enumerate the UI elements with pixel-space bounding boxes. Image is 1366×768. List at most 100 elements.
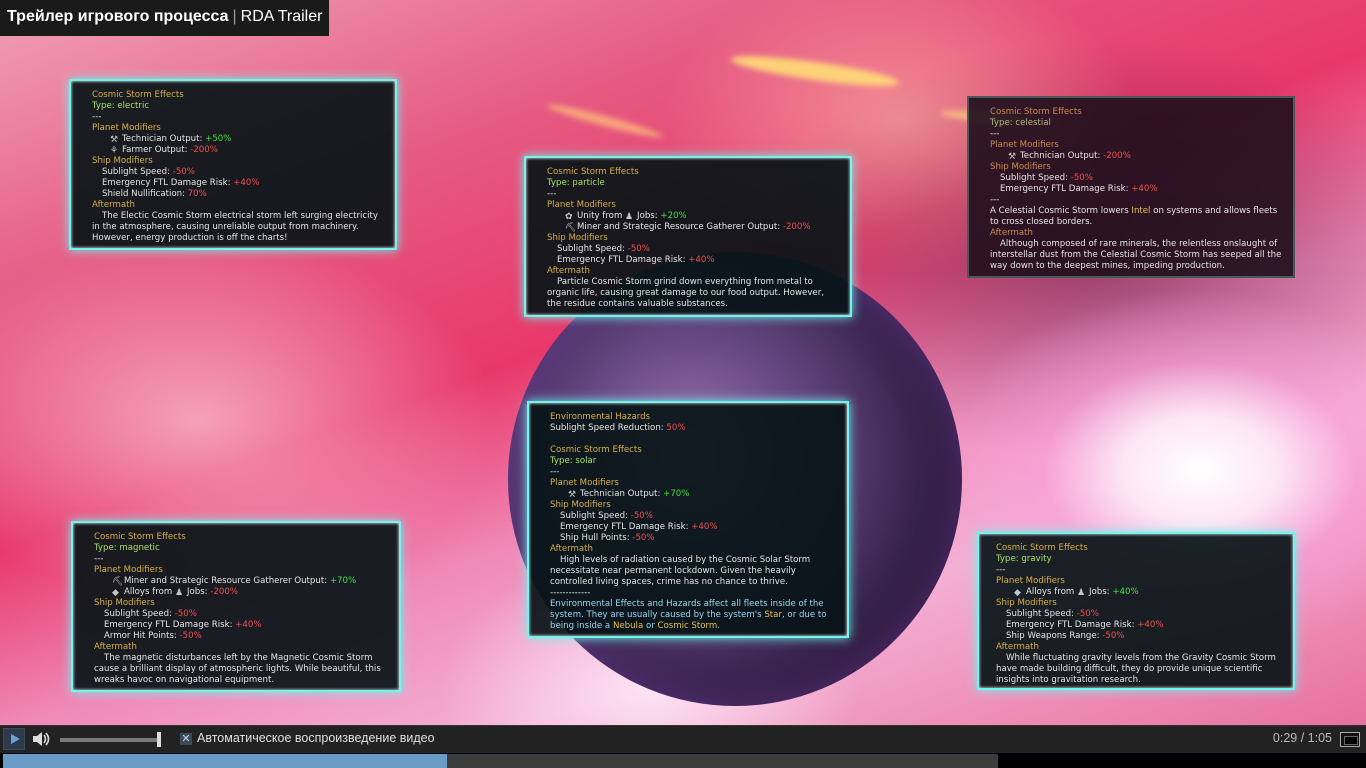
autoplay-label[interactable]: Автоматическое воспроизведение видео bbox=[197, 731, 435, 745]
aftermath-text: High levels of radiation caused by the C… bbox=[550, 555, 811, 587]
video-frame[interactable]: Cosmic Storm Effects Type: electric --- … bbox=[0, 0, 1366, 725]
modifier-row: Emergency FTL Damage Risk: +40% bbox=[1000, 184, 1158, 194]
controls-bar: ✕ Автоматическое воспроизведение видео 0… bbox=[0, 725, 1366, 752]
divider: --- bbox=[996, 565, 1006, 575]
modifier-row: Sublight Speed: -50% bbox=[557, 244, 650, 254]
time-display: 0:29 / 1:05 bbox=[1272, 731, 1332, 745]
planet-modifiers-heading: Planet Modifiers bbox=[996, 576, 1065, 586]
video-title: Трейлер игрового процесса | RDA Trailer bbox=[0, 0, 330, 36]
ship-modifiers-heading: Ship Modifiers bbox=[996, 598, 1057, 608]
modifier-row: Shield Nullification: 70% bbox=[102, 189, 207, 199]
storm-type: Type: magnetic bbox=[94, 543, 160, 553]
aftermath-heading: Aftermath bbox=[996, 642, 1039, 652]
storm-type: Type: electric bbox=[92, 101, 150, 111]
modifier-row: Sublight Speed Reduction: 50% bbox=[550, 423, 686, 433]
modifier-row: Armor Hit Points: -50% bbox=[104, 631, 202, 641]
alloys-icon: ◆ bbox=[112, 588, 119, 598]
panel-heading: Cosmic Storm Effects bbox=[547, 167, 639, 177]
fullscreen-icon[interactable] bbox=[1340, 732, 1360, 747]
modifier-row: Emergency FTL Damage Risk: +40% bbox=[1006, 620, 1164, 630]
planet-modifiers-heading: Planet Modifiers bbox=[990, 140, 1059, 150]
wrench-icon: ⚒ bbox=[568, 490, 577, 500]
wrench-icon: ⚒ bbox=[1008, 152, 1017, 162]
wrench-icon: ⚒ bbox=[110, 135, 119, 145]
ship-modifiers-heading: Ship Modifiers bbox=[547, 233, 608, 243]
modifier-row: ◆ Alloys from ♟ Jobs: +40% bbox=[1014, 587, 1139, 598]
autoplay-checkbox[interactable]: ✕ bbox=[180, 733, 192, 745]
divider: ------------- bbox=[550, 588, 591, 598]
modifier-row: Sublight Speed: -50% bbox=[560, 511, 653, 521]
panel-heading: Cosmic Storm Effects bbox=[996, 543, 1088, 553]
modifier-row: Ship Hull Points: -50% bbox=[560, 533, 655, 543]
title-separator: | bbox=[232, 8, 237, 25]
aftermath-text: The magnetic disturbances left by the Ma… bbox=[94, 653, 381, 685]
aftermath-text: While fluctuating gravity levels from th… bbox=[996, 653, 1276, 685]
video-title-suffix: RDA Trailer bbox=[240, 8, 323, 25]
storm-panel-particle: Cosmic Storm Effects Type: particle --- … bbox=[524, 156, 852, 317]
pop-icon: ♟ bbox=[625, 212, 634, 222]
aftermath-heading: Aftermath bbox=[94, 642, 137, 652]
modifier-row: Sublight Speed: -50% bbox=[104, 609, 197, 619]
celestial-description: A Celestial Cosmic Storm lowers Intel on… bbox=[990, 206, 1278, 227]
ship-modifiers-heading: Ship Modifiers bbox=[94, 598, 155, 608]
modifier-row: ⛏Miner and Strategic Resource Gatherer O… bbox=[565, 222, 811, 233]
modifier-row: Emergency FTL Damage Risk: +40% bbox=[104, 620, 262, 630]
pickaxe-icon: ⛏ bbox=[565, 223, 577, 233]
light-streak bbox=[545, 100, 665, 142]
aftermath-heading: Aftermath bbox=[92, 200, 135, 210]
planet-modifiers-heading: Planet Modifiers bbox=[92, 123, 161, 133]
volume-slider[interactable] bbox=[60, 738, 158, 742]
storm-panel-magnetic: Cosmic Storm Effects Type: magnetic --- … bbox=[71, 521, 401, 692]
modifier-row: Emergency FTL Damage Risk: +40% bbox=[102, 178, 260, 188]
aftermath-text: Although composed of rare minerals, the … bbox=[990, 239, 1282, 271]
storm-panel-electric: Cosmic Storm Effects Type: electric --- … bbox=[69, 79, 397, 250]
divider: --- bbox=[94, 554, 104, 564]
environment-footnote: Environmental Effects and Hazards affect… bbox=[550, 599, 827, 631]
progress-bar[interactable] bbox=[0, 753, 1366, 768]
pickaxe-icon: ⛏ bbox=[112, 577, 124, 587]
aftermath-heading: Aftermath bbox=[990, 228, 1033, 238]
video-title-main: Трейлер игрового процесса bbox=[7, 8, 229, 25]
light-streak bbox=[729, 50, 901, 92]
play-icon[interactable] bbox=[3, 728, 25, 750]
planet-modifiers-heading: Planet Modifiers bbox=[550, 478, 619, 488]
storm-panel-solar: Environmental Hazards Sublight Speed Red… bbox=[527, 401, 849, 638]
panel-heading: Cosmic Storm Effects bbox=[990, 107, 1082, 117]
planet-modifiers-heading: Planet Modifiers bbox=[94, 565, 163, 575]
aftermath-heading: Aftermath bbox=[547, 266, 590, 276]
planet-modifiers-heading: Planet Modifiers bbox=[547, 200, 616, 210]
modifier-row: ⚒ Technician Output: +50% bbox=[110, 134, 232, 145]
storm-type: Type: gravity bbox=[996, 554, 1052, 564]
aftermath-heading: Aftermath bbox=[550, 544, 593, 554]
ship-modifiers-heading: Ship Modifiers bbox=[550, 500, 611, 510]
farmer-icon: ⚘ bbox=[110, 146, 119, 156]
modifier-row: ◆ Alloys from ♟ Jobs: -200% bbox=[112, 587, 238, 598]
ship-modifiers-heading: Ship Modifiers bbox=[990, 162, 1051, 172]
volume-icon[interactable] bbox=[31, 730, 53, 748]
modifier-row: Ship Weapons Range: -50% bbox=[1006, 631, 1125, 641]
divider: --- bbox=[990, 195, 1000, 205]
ship-modifiers-heading: Ship Modifiers bbox=[92, 156, 153, 166]
storm-type: Type: celestial bbox=[990, 118, 1051, 128]
modifier-row: Sublight Speed: -50% bbox=[1000, 173, 1093, 183]
modifier-row: ⚒ Technician Output: +70% bbox=[568, 489, 690, 500]
modifier-row: ⚘ Farmer Output: -200% bbox=[110, 145, 218, 156]
modifier-row: ⛏Miner and Strategic Resource Gatherer O… bbox=[112, 576, 357, 587]
modifier-row: Sublight Speed: -50% bbox=[1006, 609, 1099, 619]
video-controls: ✕ Автоматическое воспроизведение видео 0… bbox=[0, 725, 1366, 768]
aftermath-text: The Electic Cosmic Storm electrical stor… bbox=[92, 211, 378, 243]
storm-panel-celestial: Cosmic Storm Effects Type: celestial ---… bbox=[967, 96, 1295, 278]
unity-icon: ✿ bbox=[565, 212, 573, 222]
modifier-row: Emergency FTL Damage Risk: +40% bbox=[560, 522, 718, 532]
panel-heading: Cosmic Storm Effects bbox=[92, 90, 184, 100]
environmental-hazards-heading: Environmental Hazards bbox=[550, 412, 651, 422]
divider: --- bbox=[547, 189, 557, 199]
modifier-row: ⚒ Technician Output: -200% bbox=[1008, 151, 1131, 162]
volume-slider-handle[interactable] bbox=[157, 732, 161, 747]
modifier-row: ✿ Unity from ♟ Jobs: +20% bbox=[565, 211, 687, 222]
divider: --- bbox=[550, 467, 560, 477]
modifier-row: Sublight Speed: -50% bbox=[102, 167, 195, 177]
storm-panel-gravity: Cosmic Storm Effects Type: gravity --- P… bbox=[977, 532, 1295, 690]
panel-heading: Cosmic Storm Effects bbox=[94, 532, 186, 542]
modifier-row: Emergency FTL Damage Risk: +40% bbox=[557, 255, 715, 265]
